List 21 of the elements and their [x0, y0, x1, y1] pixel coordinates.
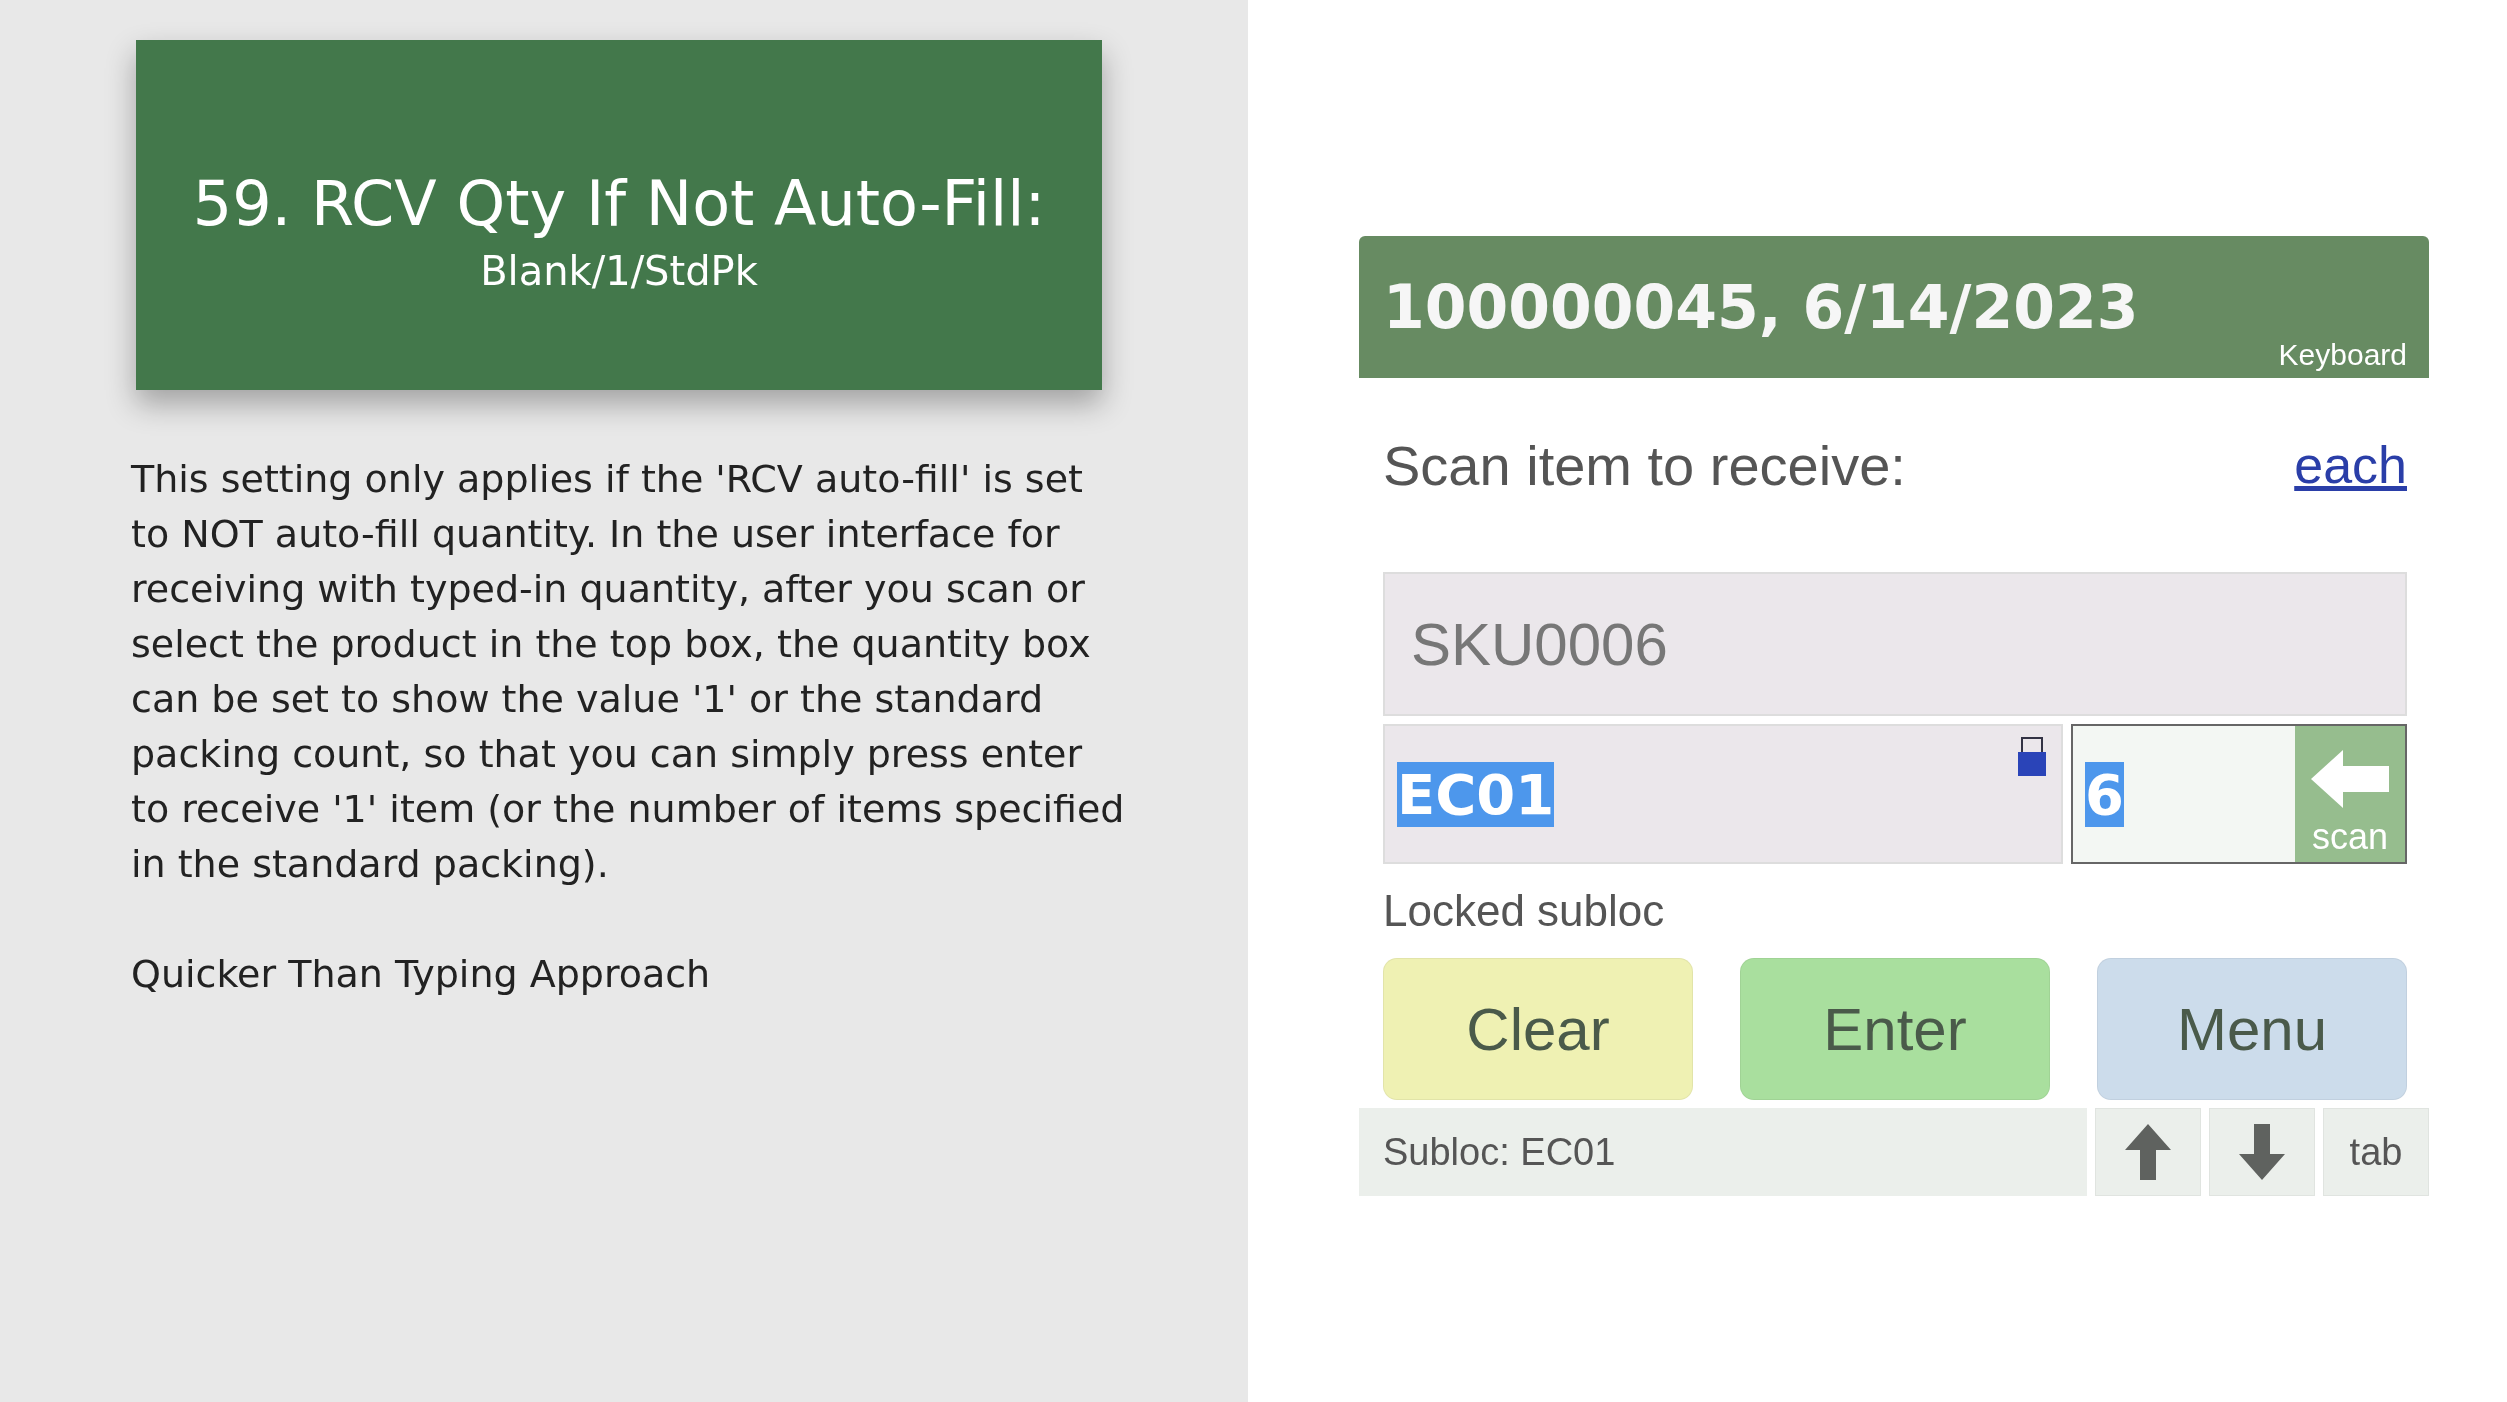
up-button[interactable] [2095, 1108, 2201, 1196]
up-arrow-icon [2125, 1124, 2171, 1180]
paragraph: This setting only applies if the 'RCV auto-fill' is set to NOT auto-fill quantity. In the user interface for receiving with typed-in quantity, after you scan or select the product in the top box, the quantity box can be set to show the value '1' or the standard packing count, so that you can simply press enter to receive '1' item (or the number of items specified in the standard packing). [131, 456, 1126, 888]
header-title: 100000045, 6/14/2023 [1383, 272, 2139, 342]
status-text: Subloc: EC01 [1359, 1108, 2087, 1196]
action-button[interactable]: Clear [1383, 958, 1693, 1100]
action-button[interactable]: Enter [1740, 958, 2050, 1100]
tab-button[interactable]: tab [2323, 1108, 2429, 1196]
down-arrow-icon [2239, 1124, 2285, 1180]
unit-link[interactable]: each [2294, 435, 2407, 495]
down-button[interactable] [2209, 1108, 2315, 1196]
slide-title: 59. RCV Qty If Not Auto-Fill: [192, 166, 1046, 240]
lock-note: Locked subloc [1383, 886, 1666, 936]
keyboard-link[interactable]: Keyboard [2278, 338, 2407, 372]
scan-prompt: Scan item to receive: [1383, 432, 1906, 498]
paragraph: Quicker Than Typing Approach [131, 951, 712, 998]
action-button[interactable]: Menu [2097, 958, 2407, 1100]
subloc-field[interactable]: EC01 [1383, 724, 2063, 864]
item-field[interactable]: SKU0006 [1383, 572, 2407, 716]
slide-subtitle: Blank/1/StdPk [480, 247, 758, 294]
subloc-value: EC01 [1397, 761, 1555, 827]
